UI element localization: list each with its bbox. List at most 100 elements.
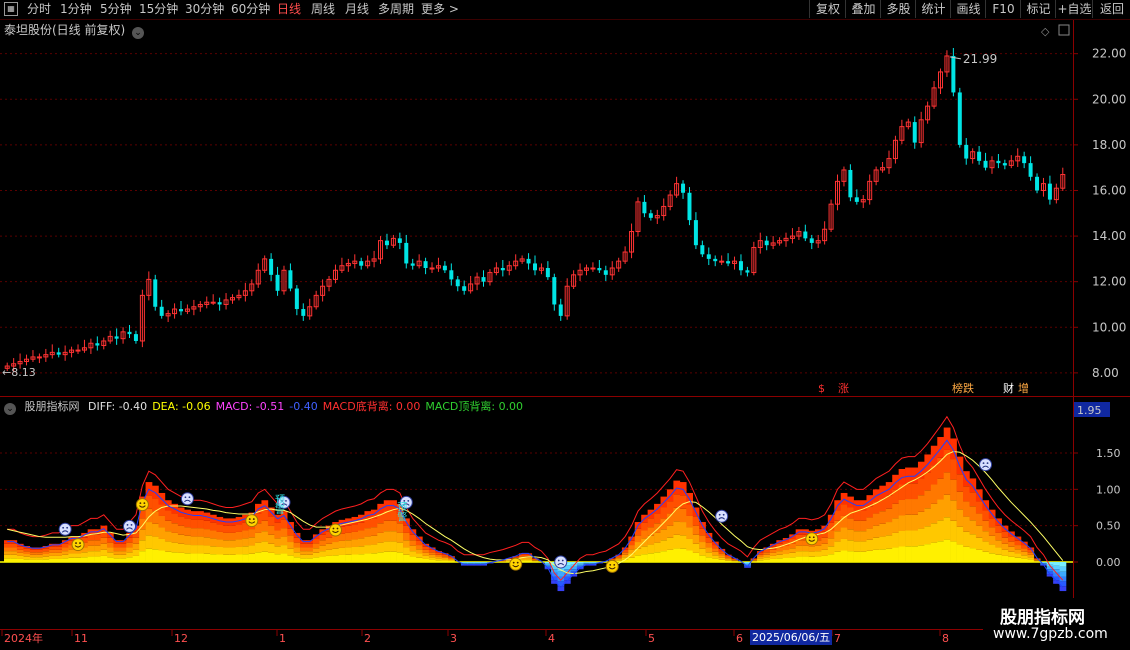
candle[interactable] — [558, 298, 563, 321]
toolbar-button-6[interactable]: 标记 — [1020, 0, 1056, 18]
candle[interactable] — [964, 138, 969, 165]
candle[interactable] — [139, 289, 145, 348]
candle[interactable] — [449, 263, 454, 286]
event-marker-1[interactable]: 涨 — [838, 382, 849, 395]
candle[interactable] — [223, 293, 229, 310]
candle[interactable] — [635, 197, 641, 237]
candle[interactable] — [977, 146, 982, 165]
candle[interactable] — [462, 280, 467, 295]
candle[interactable] — [1008, 155, 1014, 169]
candle[interactable] — [255, 263, 261, 288]
candle[interactable] — [533, 255, 537, 276]
candle[interactable] — [1047, 175, 1052, 205]
candle[interactable] — [191, 299, 197, 316]
candle[interactable] — [481, 270, 486, 287]
candle[interactable] — [564, 278, 570, 320]
candle[interactable] — [81, 339, 87, 353]
candle[interactable] — [62, 345, 68, 361]
candle[interactable] — [538, 263, 544, 275]
candle[interactable] — [996, 154, 1001, 169]
candle[interactable] — [95, 336, 100, 351]
candle[interactable] — [371, 250, 377, 268]
candle[interactable] — [937, 68, 943, 95]
candle[interactable] — [1040, 177, 1046, 197]
candle[interactable] — [925, 101, 931, 124]
period-tab-1[interactable]: 1分钟 — [60, 1, 92, 17]
candle[interactable] — [545, 261, 550, 280]
candle[interactable] — [590, 262, 596, 272]
candle[interactable] — [493, 262, 499, 276]
candle[interactable] — [404, 234, 409, 269]
candle[interactable] — [822, 221, 828, 245]
candle[interactable] — [500, 260, 505, 277]
candle[interactable] — [146, 271, 152, 301]
candle[interactable] — [732, 256, 738, 270]
toolbar-button-7[interactable]: +自选 — [1055, 0, 1093, 18]
candle[interactable] — [983, 152, 988, 171]
candle[interactable] — [835, 174, 841, 211]
candle[interactable] — [809, 234, 814, 250]
candle[interactable] — [133, 330, 138, 344]
candle[interactable] — [796, 226, 802, 240]
candle[interactable] — [654, 209, 660, 224]
candle[interactable] — [179, 301, 183, 316]
candle[interactable] — [288, 263, 293, 292]
candle[interactable] — [165, 310, 171, 323]
candle[interactable] — [1002, 159, 1007, 170]
settings-icon[interactable]: ▦ — [4, 2, 18, 16]
candle[interactable] — [236, 289, 242, 301]
candle[interactable] — [629, 223, 635, 259]
candle[interactable] — [345, 258, 351, 272]
candle[interactable] — [204, 296, 210, 309]
candle[interactable] — [905, 118, 911, 130]
candle[interactable] — [681, 180, 686, 199]
candle[interactable] — [43, 348, 49, 362]
candle[interactable] — [667, 190, 673, 211]
candle[interactable] — [262, 255, 268, 274]
candle[interactable] — [390, 234, 396, 248]
candle[interactable] — [36, 353, 42, 364]
period-tab-0[interactable]: 分时 — [27, 1, 51, 17]
candle[interactable] — [931, 81, 937, 109]
candle[interactable] — [815, 234, 821, 248]
candle[interactable] — [783, 232, 789, 247]
candle[interactable] — [642, 195, 647, 218]
candle[interactable] — [789, 228, 795, 244]
candle[interactable] — [622, 246, 628, 264]
event-marker-0[interactable]: $ — [818, 382, 825, 395]
candle[interactable] — [719, 255, 725, 266]
candle[interactable] — [69, 346, 75, 358]
event-marker-3[interactable]: 财 — [1003, 381, 1014, 395]
candle[interactable] — [352, 254, 358, 269]
candle[interactable] — [410, 258, 415, 270]
candle[interactable] — [912, 116, 917, 149]
candle[interactable] — [519, 255, 525, 264]
indicator-dropdown-icon[interactable]: ⌄ — [4, 403, 16, 415]
period-tab-8[interactable]: 月线 — [345, 1, 369, 17]
candle[interactable] — [738, 254, 743, 276]
candle[interactable] — [713, 255, 718, 267]
candle[interactable] — [687, 187, 692, 226]
candle[interactable] — [899, 119, 905, 145]
candle[interactable] — [326, 275, 332, 292]
candle[interactable] — [468, 275, 474, 294]
candle[interactable] — [892, 135, 898, 164]
candle[interactable] — [301, 303, 306, 321]
candle[interactable] — [275, 266, 280, 296]
candle[interactable] — [435, 257, 441, 272]
candle[interactable] — [828, 199, 834, 232]
candle[interactable] — [597, 260, 602, 274]
candle[interactable] — [764, 236, 769, 251]
candle[interactable] — [848, 164, 853, 202]
candle[interactable] — [269, 253, 274, 281]
toolbar-button-4[interactable]: 画线 — [950, 0, 986, 18]
candle[interactable] — [803, 224, 808, 242]
candle[interactable] — [30, 350, 36, 362]
candle[interactable] — [603, 265, 608, 281]
candle[interactable] — [197, 301, 203, 312]
candle[interactable] — [751, 241, 757, 276]
candle[interactable] — [1028, 156, 1033, 181]
toolbar-button-0[interactable]: 复权 — [809, 0, 846, 18]
candle[interactable] — [397, 232, 402, 250]
period-tab-6[interactable]: 日线 — [277, 1, 301, 17]
